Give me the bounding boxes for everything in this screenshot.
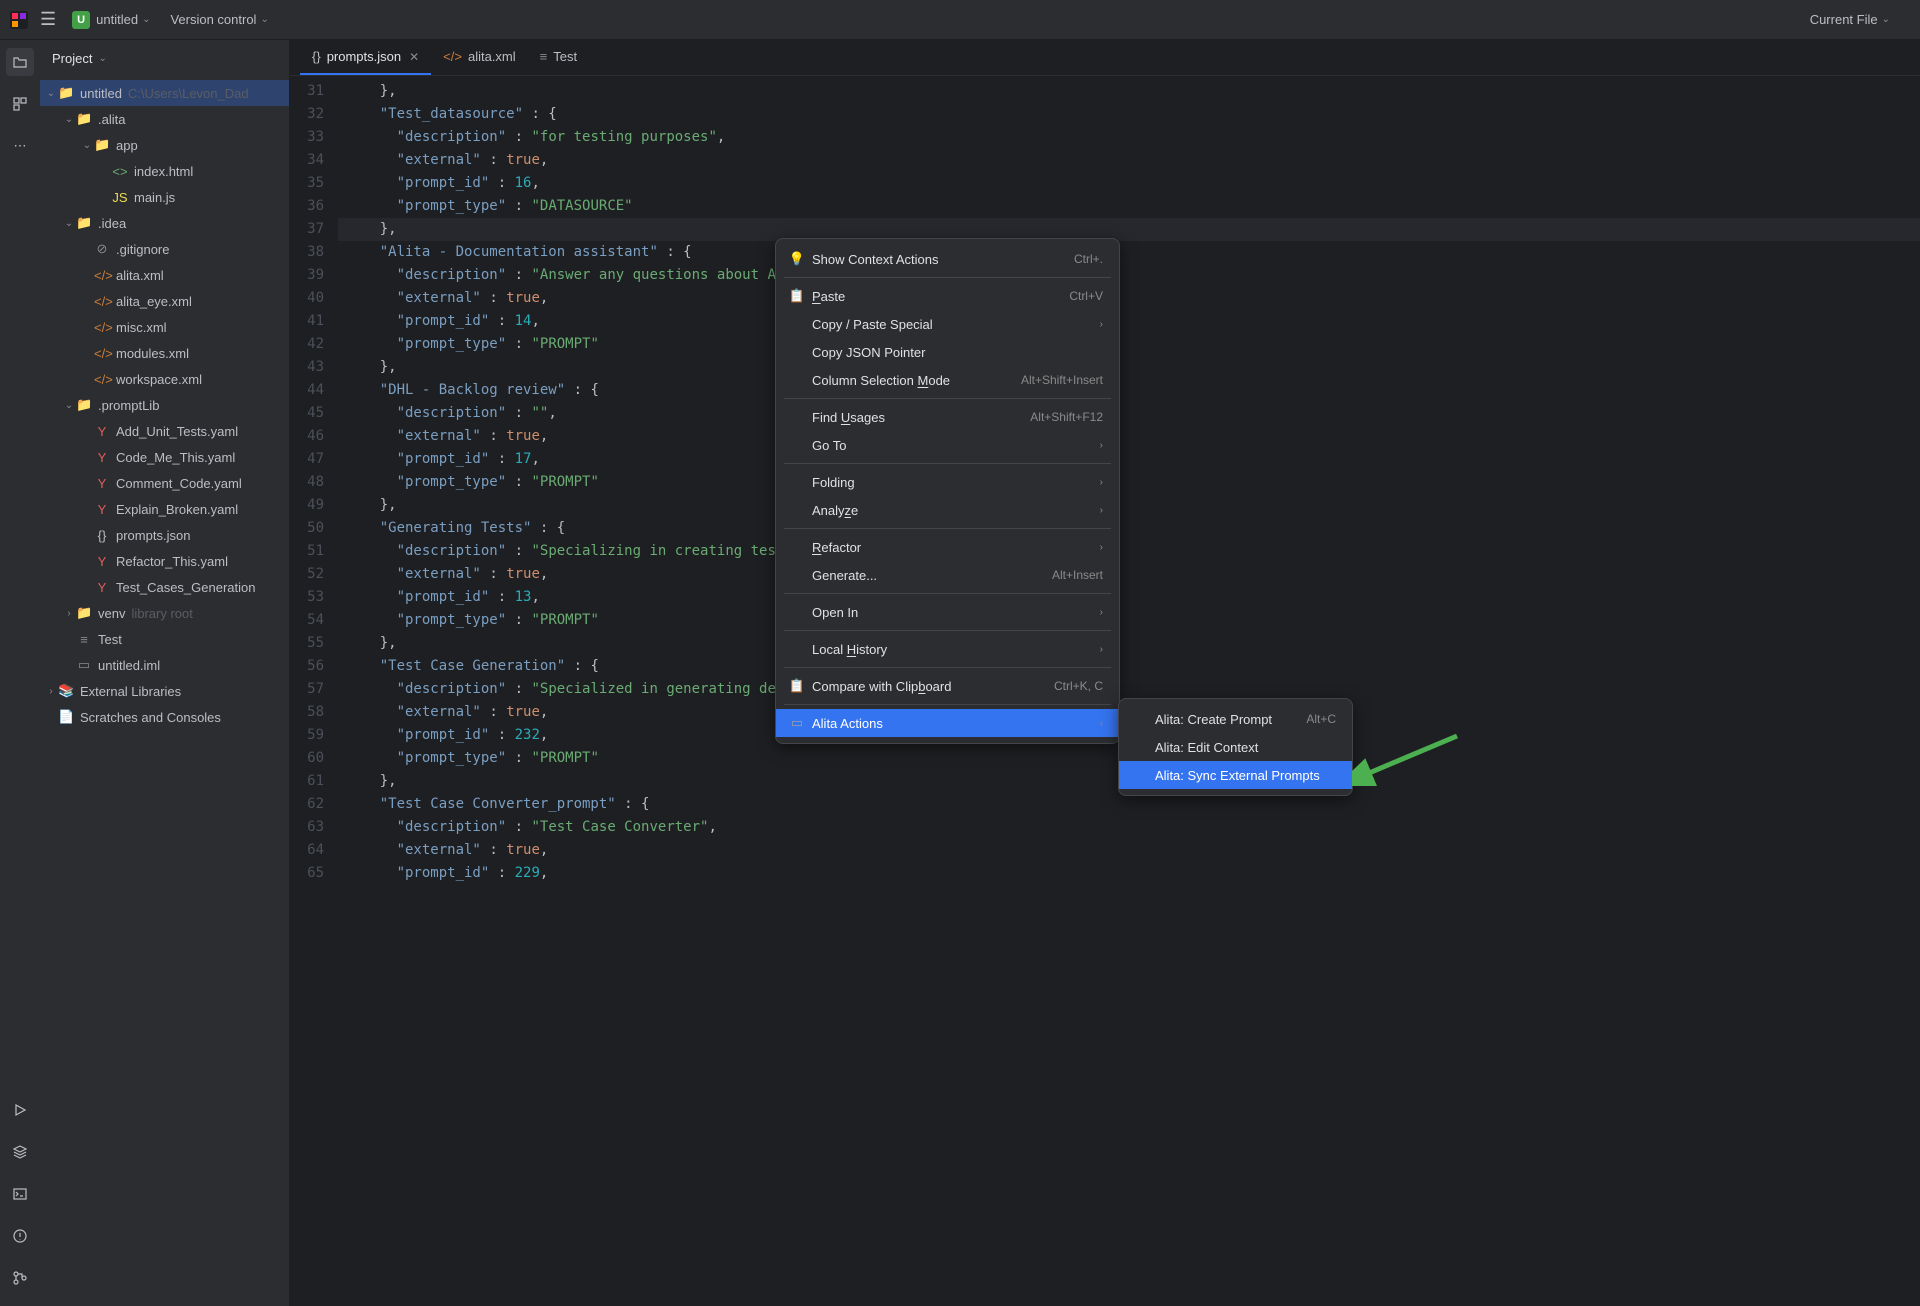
menu-item[interactable]: Alita: Sync External Prompts (1119, 761, 1352, 789)
tree-file-promptsjson[interactable]: {}prompts.json (40, 522, 289, 548)
menu-item[interactable]: ▭Alita Actions› (776, 709, 1119, 737)
tree-external-libraries[interactable]: ›📚External Libraries (40, 678, 289, 704)
tree-file-misc[interactable]: </>misc.xml (40, 314, 289, 340)
tree-file-modules[interactable]: </>modules.xml (40, 340, 289, 366)
menu-item[interactable]: 💡Show Context ActionsCtrl+. (776, 245, 1119, 273)
tree-root[interactable]: ⌄📁untitledC:\Users\Levon_Dad (40, 80, 289, 106)
menu-item[interactable]: Alita: Edit Context (1119, 733, 1352, 761)
close-icon[interactable]: ✕ (409, 50, 419, 64)
menu-item[interactable]: Find UsagesAlt+Shift+F12 (776, 403, 1119, 431)
gutter: 3132333435363738394041424344454647484950… (290, 76, 338, 1306)
tree-folder-promptlib[interactable]: ⌄📁.promptLib (40, 392, 289, 418)
tree-file-iml[interactable]: ▭untitled.iml (40, 652, 289, 678)
menu-item[interactable]: Folding› (776, 468, 1119, 496)
tree-folder-venv[interactable]: ›📁venvlibrary root (40, 600, 289, 626)
tree-file-workspace[interactable]: </>workspace.xml (40, 366, 289, 392)
tab-promptsjson[interactable]: {}prompts.json✕ (300, 40, 431, 75)
menu-item[interactable]: Open In› (776, 598, 1119, 626)
menu-item[interactable]: 📋Compare with ClipboardCtrl+K, C (776, 672, 1119, 700)
run-tool-button[interactable] (6, 1096, 34, 1124)
more-tool-button[interactable]: ⋯ (6, 132, 34, 160)
layers-tool-button[interactable] (6, 1138, 34, 1166)
chevron-down-icon: ⌄ (98, 53, 106, 64)
menu-item[interactable]: Column Selection ModeAlt+Shift+Insert (776, 366, 1119, 394)
tree-file-refactor[interactable]: YRefactor_This.yaml (40, 548, 289, 574)
editor-area: {}prompts.json✕ </>alita.xml ≡Test 31323… (290, 40, 1920, 1306)
hamburger-menu-icon[interactable]: ☰ (40, 9, 56, 30)
editor-tabs: {}prompts.json✕ </>alita.xml ≡Test (290, 40, 1920, 76)
titlebar: ☰ U untitled⌄ Version control⌄ Current F… (0, 0, 1920, 40)
chevron-down-icon: ⌄ (1882, 14, 1890, 25)
tree-file-comment[interactable]: YComment_Code.yaml (40, 470, 289, 496)
menu-item[interactable]: Alita: Create PromptAlt+C (1119, 705, 1352, 733)
vcs-tool-button[interactable] (6, 1264, 34, 1292)
menu-item[interactable]: Refactor› (776, 533, 1119, 561)
text-icon: ≡ (540, 49, 548, 64)
menu-item[interactable]: Copy / Paste Special› (776, 310, 1119, 338)
json-icon: {} (312, 49, 321, 64)
context-submenu-alita: Alita: Create PromptAlt+CAlita: Edit Con… (1118, 698, 1353, 796)
tree-file-codeme[interactable]: YCode_Me_This.yaml (40, 444, 289, 470)
terminal-tool-button[interactable] (6, 1180, 34, 1208)
tree-folder-app[interactable]: ⌄📁app (40, 132, 289, 158)
problems-tool-button[interactable] (6, 1222, 34, 1250)
xml-icon: </> (443, 49, 462, 64)
project-panel: Project⌄ ⌄📁untitledC:\Users\Levon_Dad ⌄📁… (40, 40, 290, 1306)
tree-file-index[interactable]: <>index.html (40, 158, 289, 184)
tree-file-testcases[interactable]: YTest_Cases_Generation (40, 574, 289, 600)
chevron-down-icon: ⌄ (260, 14, 268, 25)
project-badge: U (72, 11, 90, 29)
context-menu: 💡Show Context ActionsCtrl+.📋PasteCtrl+VC… (775, 238, 1120, 744)
current-file-dropdown[interactable]: Current File⌄ (1810, 12, 1890, 27)
tree-file-gitignore[interactable]: ⊘.gitignore (40, 236, 289, 262)
project-tool-button[interactable] (6, 48, 34, 76)
menu-item[interactable]: Generate...Alt+Insert (776, 561, 1119, 589)
tree-file-test[interactable]: ≡Test (40, 626, 289, 652)
menu-item[interactable]: Copy JSON Pointer (776, 338, 1119, 366)
chevron-down-icon: ⌄ (142, 14, 150, 25)
tree-folder-idea[interactable]: ⌄📁.idea (40, 210, 289, 236)
tab-test[interactable]: ≡Test (528, 40, 589, 75)
menu-item[interactable]: Local History› (776, 635, 1119, 663)
vcs-dropdown[interactable]: Version control⌄ (170, 12, 268, 27)
tree-scratches[interactable]: 📄Scratches and Consoles (40, 704, 289, 730)
tree-file-explain[interactable]: YExplain_Broken.yaml (40, 496, 289, 522)
structure-tool-button[interactable] (6, 90, 34, 118)
menu-item[interactable]: Go To› (776, 431, 1119, 459)
tree-file-mainjs[interactable]: JSmain.js (40, 184, 289, 210)
project-panel-header[interactable]: Project⌄ (40, 40, 289, 76)
tree-file-addunit[interactable]: YAdd_Unit_Tests.yaml (40, 418, 289, 444)
tab-alitaxml[interactable]: </>alita.xml (431, 40, 527, 75)
project-dropdown[interactable]: untitled⌄ (96, 12, 150, 27)
left-toolbar: ⋯ (0, 40, 40, 1306)
code-lines: }, "Test_datasource" : { "description" :… (338, 76, 1920, 1306)
menu-item[interactable]: Analyze› (776, 496, 1119, 524)
tree-file-alitaxml[interactable]: </>alita.xml (40, 262, 289, 288)
tree-file-alitaeye[interactable]: </>alita_eye.xml (40, 288, 289, 314)
ide-logo-icon (10, 11, 28, 29)
project-tree: ⌄📁untitledC:\Users\Levon_Dad ⌄📁.alita ⌄📁… (40, 76, 289, 1306)
menu-item[interactable]: 📋PasteCtrl+V (776, 282, 1119, 310)
tree-folder-alita[interactable]: ⌄📁.alita (40, 106, 289, 132)
